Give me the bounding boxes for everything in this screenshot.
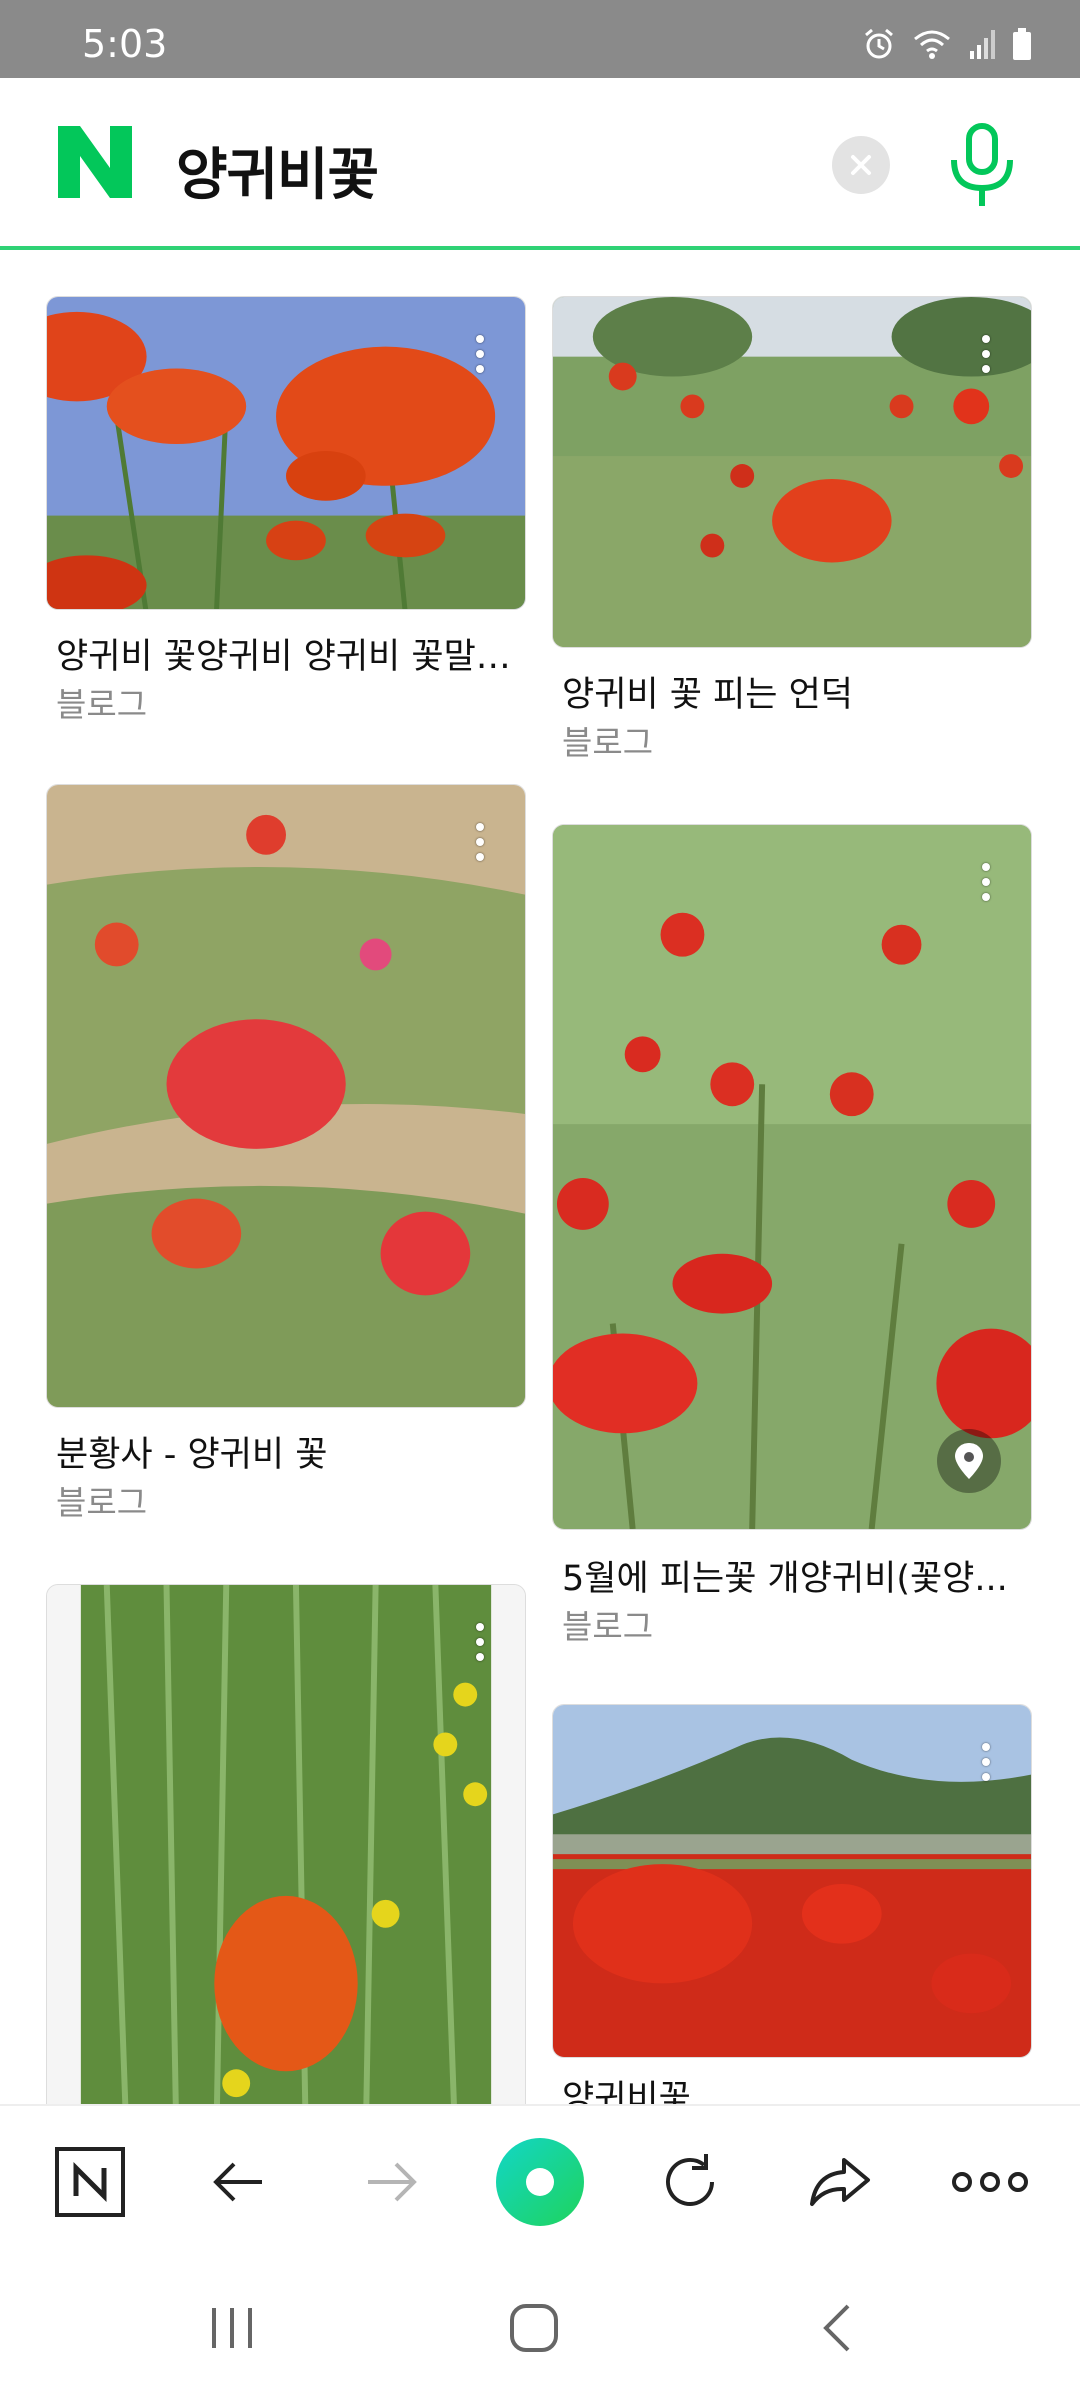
image-results-grid: 양귀비 꽃양귀비 양귀비 꽃말 ... 블로그 양귀비 꽃 피는 언덕 블로그 … [0,254,1080,2104]
poppy-bunhwangsa-image [47,785,525,1407]
result-title[interactable]: 양귀비꽃 [562,2070,1022,2104]
result-thumbnail[interactable] [552,1704,1032,2058]
status-icons [862,26,1032,62]
alarm-icon [862,27,896,61]
more-menu-button[interactable] [950,2146,1030,2218]
result-card[interactable]: 5월에 피는꽃 개양귀비(꽃양... 블로그 [552,824,1032,1646]
green-dot-button[interactable] [494,2136,586,2228]
result-card[interactable] [46,1584,526,2104]
result-thumbnail[interactable] [46,1584,526,2104]
result-thumbnail[interactable] [46,784,526,1408]
share-icon [810,2158,870,2206]
browser-toolbar [0,2104,1080,2254]
result-title[interactable]: 양귀비 꽃 피는 언덕 [562,666,1022,717]
poppy-may-image [553,825,1031,1529]
more-options-icon[interactable] [473,823,487,869]
poppy-field-mountain-image [553,1705,1031,2057]
share-button[interactable] [804,2146,876,2218]
home-button[interactable] [504,2298,564,2358]
poppy-grass-image [47,1585,525,2104]
more-icon [952,2172,1028,2192]
result-source: 블로그 [56,1483,148,1522]
result-title[interactable]: 양귀비 꽃양귀비 양귀비 꽃말 ... [56,628,516,679]
back-nav-button[interactable] [808,2298,868,2358]
result-card[interactable]: 양귀비꽃 [552,1704,1032,2104]
more-options-icon[interactable] [979,1743,993,1789]
recent-apps-icon [212,2308,252,2348]
back-button[interactable] [204,2146,276,2218]
result-card[interactable]: 양귀비 꽃양귀비 양귀비 꽃말 ... 블로그 [46,296,526,724]
result-title[interactable]: 5월에 피는꽃 개양귀비(꽃양... [562,1550,1022,1601]
voice-search-button[interactable] [946,122,1018,212]
home-icon [510,2304,558,2352]
back-arrow-icon [213,2162,262,2202]
wifi-icon [912,27,952,61]
location-pin-icon[interactable] [937,1429,1001,1493]
system-navigation-bar [0,2254,1080,2400]
clear-search-button[interactable] [832,136,890,194]
result-source: 블로그 [562,723,654,762]
status-bar: 5:03 [0,0,1080,78]
forward-arrow-icon [368,2162,417,2202]
recent-apps-button[interactable] [202,2298,262,2358]
naver-home-button[interactable] [54,2146,126,2218]
status-time: 5:03 [82,22,168,66]
result-source: 블로그 [56,685,148,724]
close-icon [851,155,871,175]
result-thumbnail[interactable] [552,296,1032,648]
search-query[interactable]: 양귀비꽃 [176,130,379,211]
green-dot-icon [496,2138,584,2226]
forward-button[interactable] [354,2146,426,2218]
signal-icon [968,27,996,61]
reload-button[interactable] [654,2146,726,2218]
result-source: 블로그 [562,1607,654,1646]
more-options-icon[interactable] [979,335,993,381]
battery-icon [1012,27,1032,61]
naver-logo[interactable] [58,126,132,198]
more-options-icon[interactable] [473,1623,487,1669]
naver-home-icon [55,2147,125,2217]
result-title[interactable]: 분황사 - 양귀비 꽃 [56,1426,516,1477]
search-header: 양귀비꽃 [0,78,1080,250]
result-card[interactable]: 분황사 - 양귀비 꽃 블로그 [46,784,526,1522]
result-card[interactable]: 양귀비 꽃 피는 언덕 블로그 [552,296,1032,762]
more-options-icon[interactable] [473,335,487,381]
more-options-icon[interactable] [979,863,993,909]
poppy-hill-image [553,297,1031,647]
poppy-sky-image [47,297,525,609]
mic-icon [951,123,1013,206]
result-thumbnail[interactable] [46,296,526,610]
back-icon [823,2304,850,2352]
result-thumbnail[interactable] [552,824,1032,1530]
reload-icon [666,2154,714,2206]
